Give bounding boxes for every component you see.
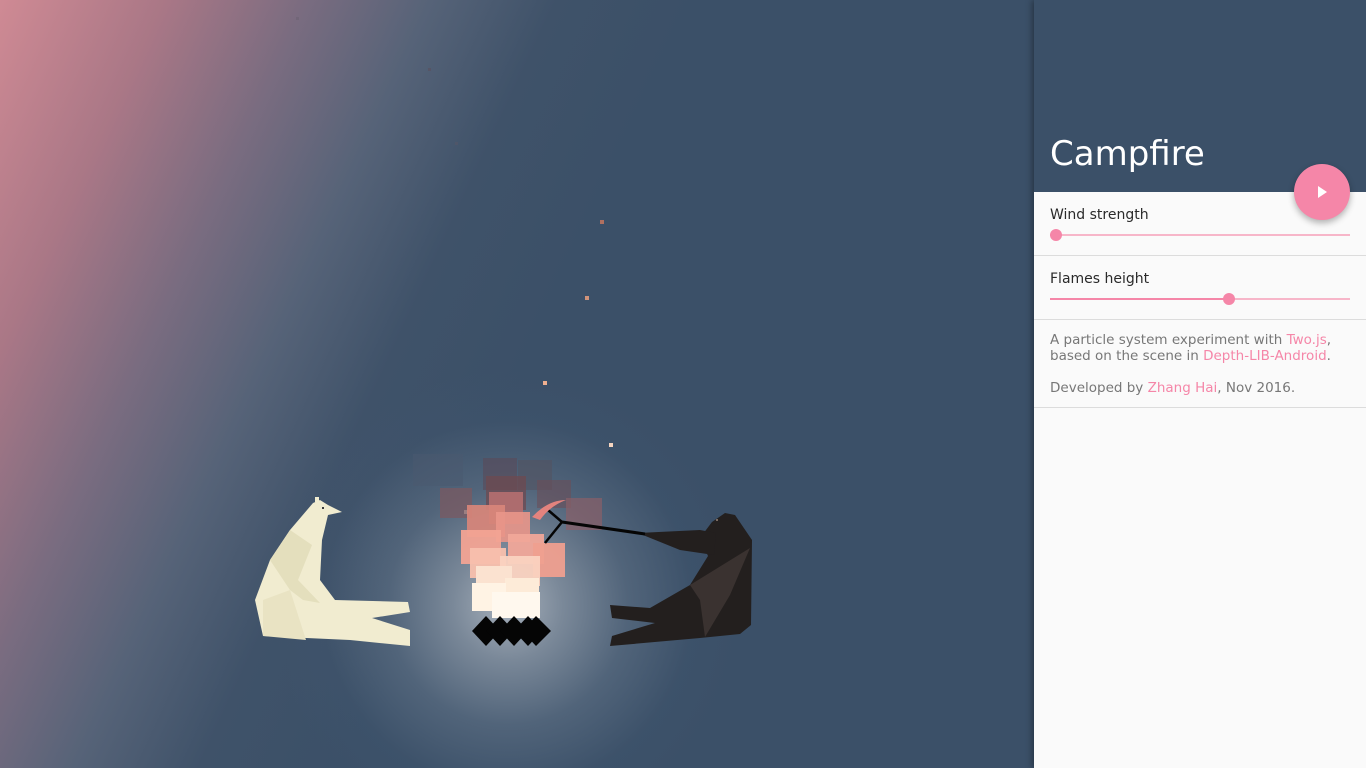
flames-height-slider[interactable] — [1050, 292, 1350, 306]
credit-text: Developed by — [1050, 380, 1148, 396]
panel-header: Campfire — [1034, 0, 1366, 192]
about-line-2: based on the scene in Depth-LIB-Android. — [1050, 348, 1331, 364]
black-bear-arm — [638, 530, 716, 555]
twojs-link[interactable]: Two.js — [1287, 332, 1327, 348]
campfire-scene — [0, 0, 1034, 768]
white-bear — [255, 497, 410, 646]
slider-fill — [1050, 298, 1230, 300]
page-title: Campfire — [1050, 134, 1205, 174]
flames-height-control: Flames height — [1034, 256, 1366, 320]
slider-track — [1050, 234, 1350, 236]
about-section: A particle system experiment with Two.js… — [1034, 320, 1366, 408]
ember — [296, 17, 299, 20]
embers — [296, 17, 613, 514]
ember — [600, 220, 604, 224]
logs — [472, 616, 551, 646]
wind-strength-label: Wind strength — [1050, 207, 1149, 223]
stick-fork — [547, 509, 563, 523]
smoke-particle — [413, 454, 463, 486]
black-bear-eye — [716, 519, 718, 521]
ember — [609, 443, 613, 447]
ember — [455, 142, 458, 145]
scene-canvas — [255, 17, 752, 646]
about-text: . — [1326, 348, 1331, 364]
white-bear-ear — [315, 497, 319, 502]
stick-fork — [544, 521, 563, 544]
ember — [428, 68, 431, 71]
side-panel: Campfire Wind strength Flames height A p… — [1034, 0, 1366, 768]
wind-strength-slider[interactable] — [1050, 228, 1350, 242]
wind-strength-control: Wind strength — [1034, 192, 1366, 256]
flames-height-label: Flames height — [1050, 271, 1150, 287]
flame-particle — [492, 592, 540, 618]
about-text: A particle system experiment with — [1050, 332, 1287, 348]
white-bear-eye — [322, 507, 324, 509]
author-link[interactable]: Zhang Hai — [1148, 380, 1218, 396]
credit-line: Developed by Zhang Hai, Nov 2016. — [1050, 380, 1295, 396]
ember — [543, 381, 547, 385]
about-text: , — [1326, 332, 1332, 348]
credit-text: , Nov 2016. — [1217, 380, 1296, 396]
about-text: based on the scene in — [1050, 348, 1204, 364]
slider-thumb[interactable] — [1223, 293, 1236, 305]
about-line-1: A particle system experiment with Two.js… — [1050, 332, 1331, 348]
slider-thumb[interactable] — [1050, 229, 1062, 241]
depth-lib-android-link[interactable]: Depth-LIB-Android — [1203, 348, 1327, 364]
ember — [585, 296, 589, 300]
